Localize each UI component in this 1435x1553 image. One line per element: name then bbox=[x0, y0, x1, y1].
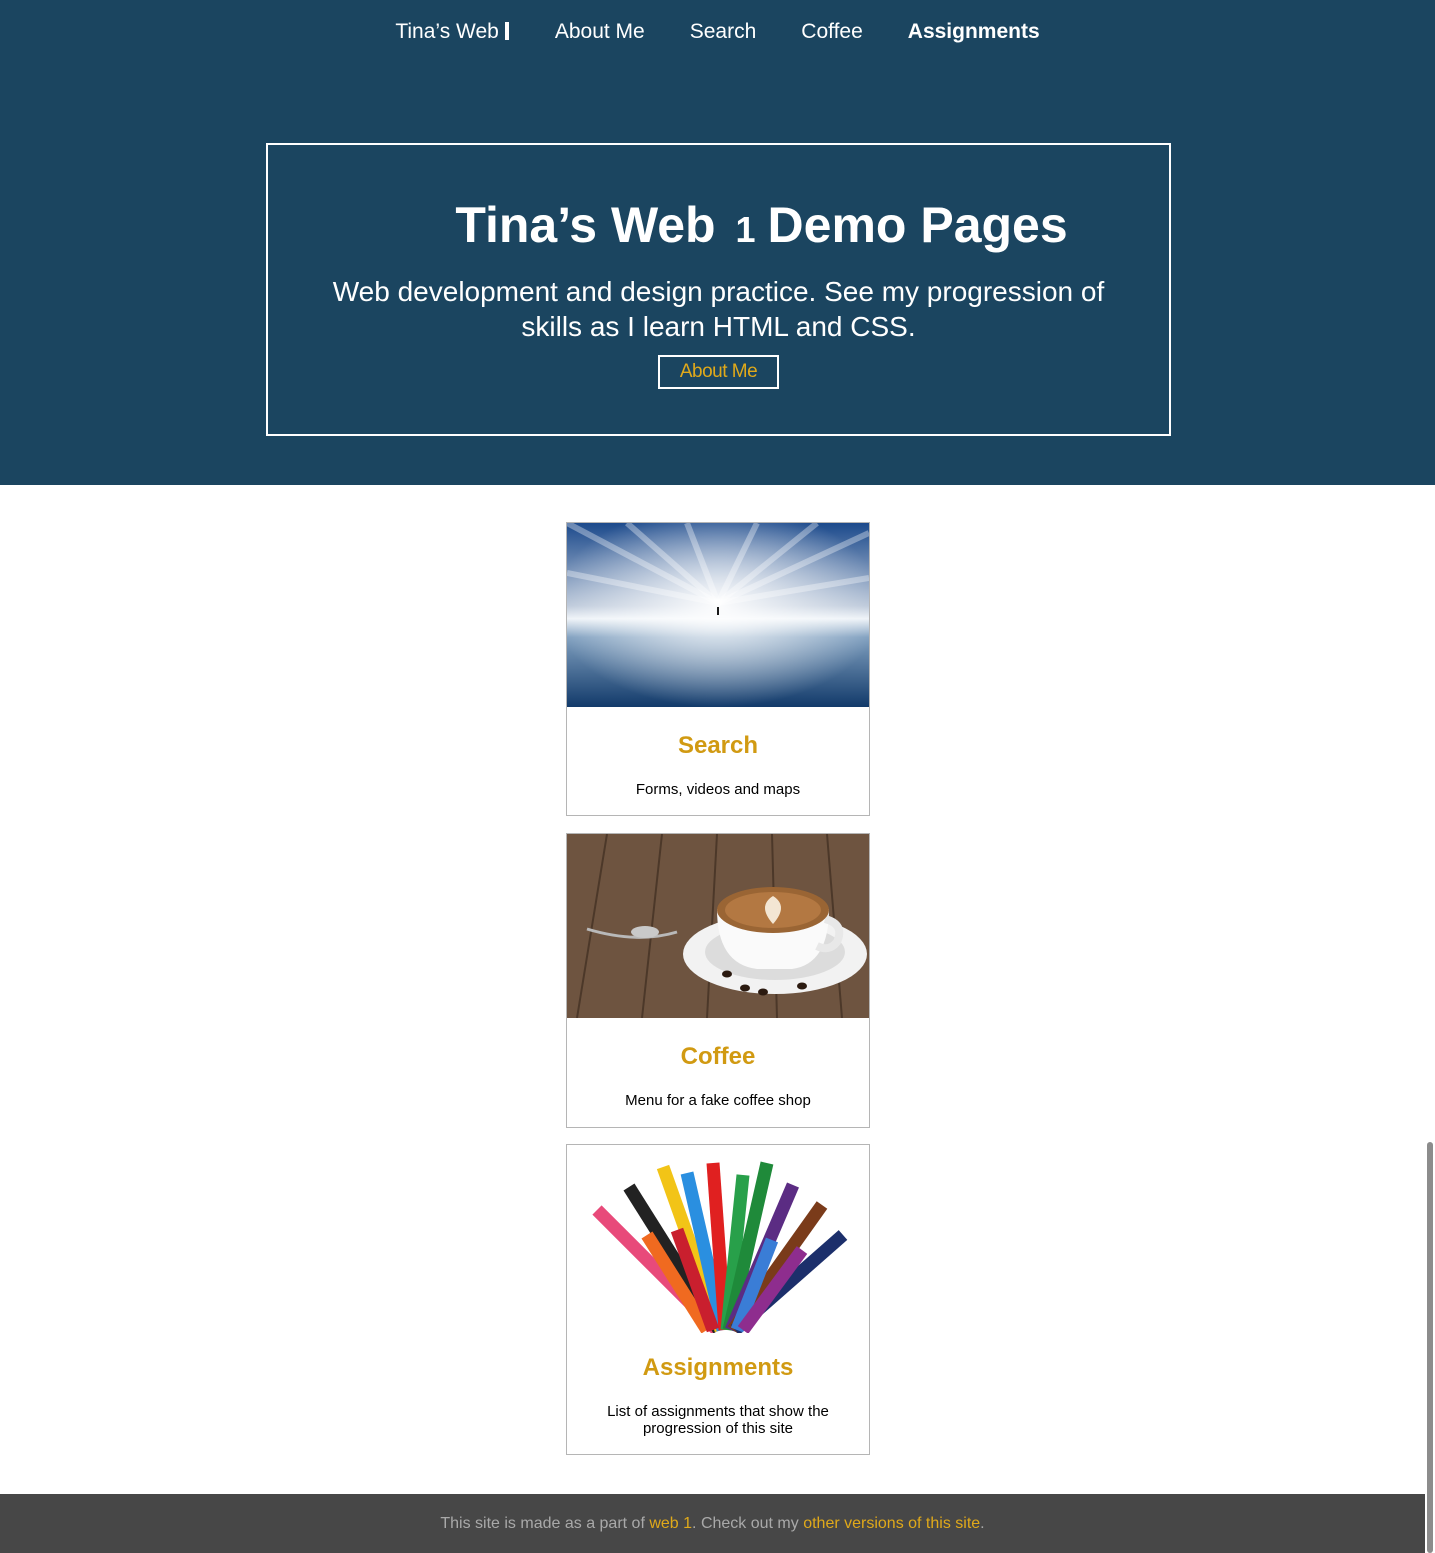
card-assignments[interactable]: Assignments List of assignments that sho… bbox=[566, 1144, 870, 1455]
card-search-title[interactable]: Search bbox=[567, 731, 869, 761]
title-number: 1 bbox=[735, 209, 756, 250]
footer-link-web1[interactable]: web 1 bbox=[649, 1515, 692, 1532]
coffee-cup-image bbox=[567, 834, 869, 1018]
about-me-button[interactable]: About Me bbox=[658, 355, 779, 389]
card-assignments-desc: List of assignments that show the progre… bbox=[607, 1403, 829, 1437]
nav-brand-label: Tina’s Web bbox=[395, 20, 499, 43]
card-assignments-title[interactable]: Assignments bbox=[567, 1353, 869, 1383]
nav-item-search[interactable]: Search bbox=[690, 18, 757, 46]
card-search[interactable]: Search Forms, videos and maps bbox=[566, 522, 870, 816]
card-search-desc: Forms, videos and maps bbox=[635, 781, 801, 798]
footer-link-other-versions[interactable]: other versions of this site bbox=[803, 1515, 980, 1532]
card-coffee-desc: Menu for a fake coffee shop bbox=[625, 1092, 811, 1109]
card-coffee-title[interactable]: Coffee bbox=[567, 1042, 869, 1072]
colored-pencils-image bbox=[567, 1145, 869, 1333]
sky-reflection-image bbox=[567, 523, 869, 707]
hero-subtitle: Web development and design practice. See… bbox=[332, 276, 1105, 342]
hero-box: Tina’s Web 1 Demo Pages Web development a… bbox=[266, 143, 1171, 436]
page-title: Tina’s Web 1 Demo Pages bbox=[268, 195, 1169, 260]
nav-brand-link[interactable]: Tina’s Web bbox=[395, 18, 509, 46]
card-coffee[interactable]: Coffee Menu for a fake coffee shop bbox=[566, 833, 870, 1128]
title-part-2: Demo Pages bbox=[767, 197, 1068, 253]
top-nav: Tina’s Web About Me Search Coffee Assign… bbox=[0, 18, 1435, 46]
nav-item-assignments[interactable]: Assignments bbox=[908, 18, 1040, 46]
brand-bar-icon bbox=[504, 22, 509, 40]
page-scrollbar[interactable] bbox=[1425, 1142, 1435, 1553]
footer-text-1: This site is made as a part of bbox=[440, 1515, 650, 1532]
footer-text-3: . bbox=[980, 1515, 985, 1532]
title-part-1: Tina’s Web bbox=[455, 197, 716, 253]
nav-item-about-me[interactable]: About Me bbox=[555, 18, 645, 46]
site-header: Tina’s Web About Me Search Coffee Assign… bbox=[0, 0, 1435, 485]
nav-item-coffee[interactable]: Coffee bbox=[801, 18, 863, 46]
scrollbar-thumb[interactable] bbox=[1427, 1142, 1433, 1553]
footer-text-2: . Check out my bbox=[692, 1515, 804, 1532]
site-footer: This site is made as a part of web 1. Ch… bbox=[0, 1494, 1425, 1553]
